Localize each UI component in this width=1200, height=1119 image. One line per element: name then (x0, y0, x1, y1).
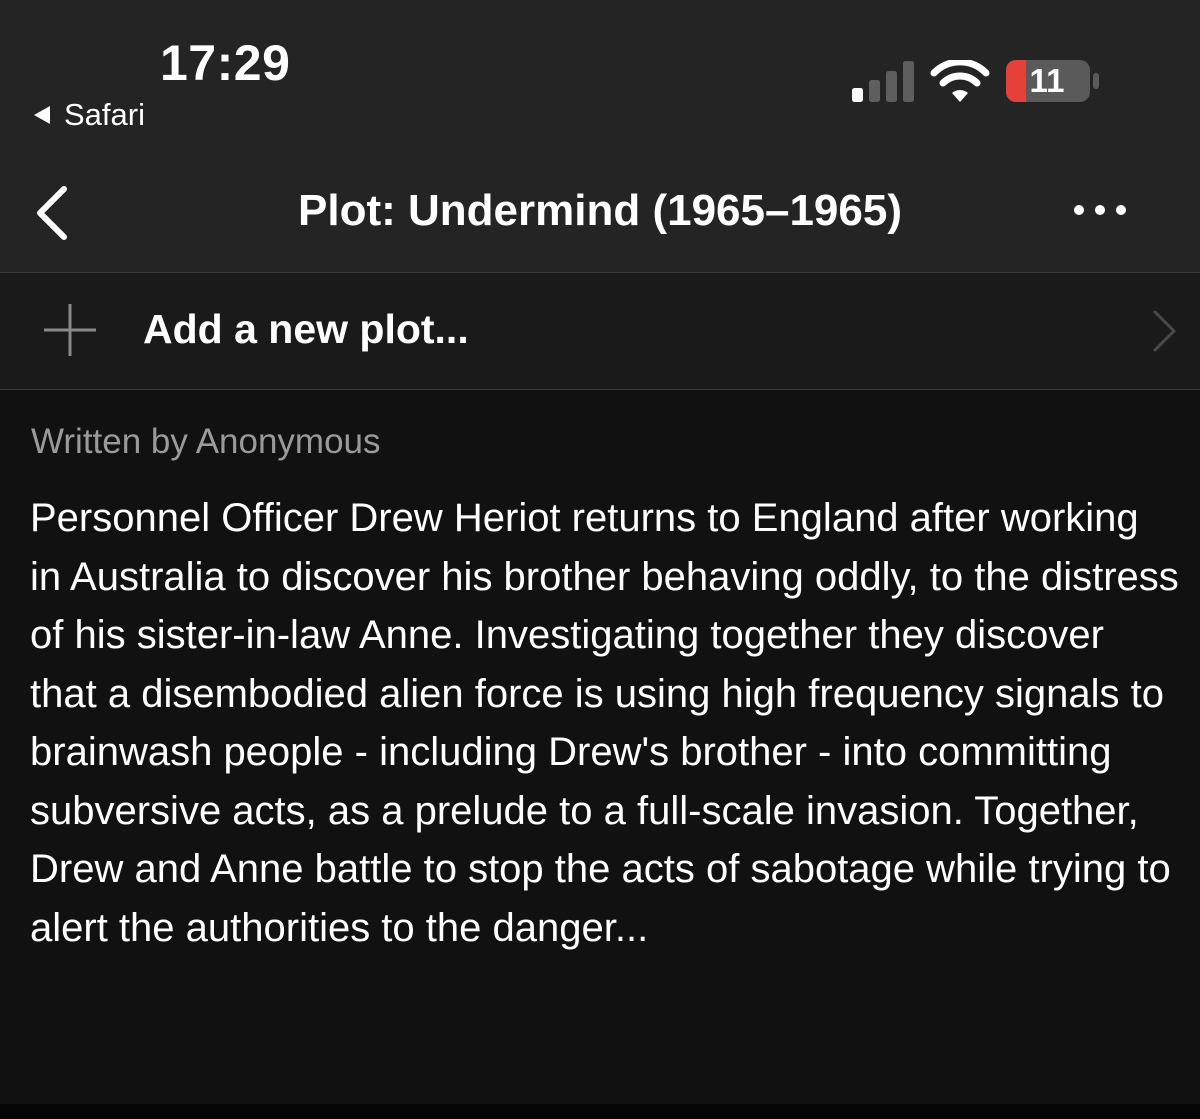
bottom-edge (0, 1104, 1200, 1119)
wifi-icon (930, 60, 990, 102)
battery-percentage: 11 (1029, 62, 1065, 99)
back-app-label: Safari (64, 97, 145, 132)
ellipsis-icon[interactable] (1070, 197, 1130, 223)
plus-icon (44, 304, 96, 356)
back-to-app-link[interactable]: Safari (34, 97, 145, 133)
plot-synopsis: Personnel Officer Drew Heriot returns to… (30, 496, 1179, 950)
status-time: 17:29 (160, 35, 291, 91)
add-plot-label[interactable]: Add a new plot... (143, 306, 469, 353)
chevron-right-icon (1153, 310, 1176, 352)
back-triangle-icon (34, 106, 50, 124)
row-divider (0, 389, 1200, 390)
chevron-left-icon[interactable] (30, 185, 76, 241)
plot-author: Written by Anonymous (31, 422, 381, 461)
cellular-signal-icon (852, 61, 914, 102)
page-title: Plot: Undermind (1965–1965) (298, 186, 902, 235)
